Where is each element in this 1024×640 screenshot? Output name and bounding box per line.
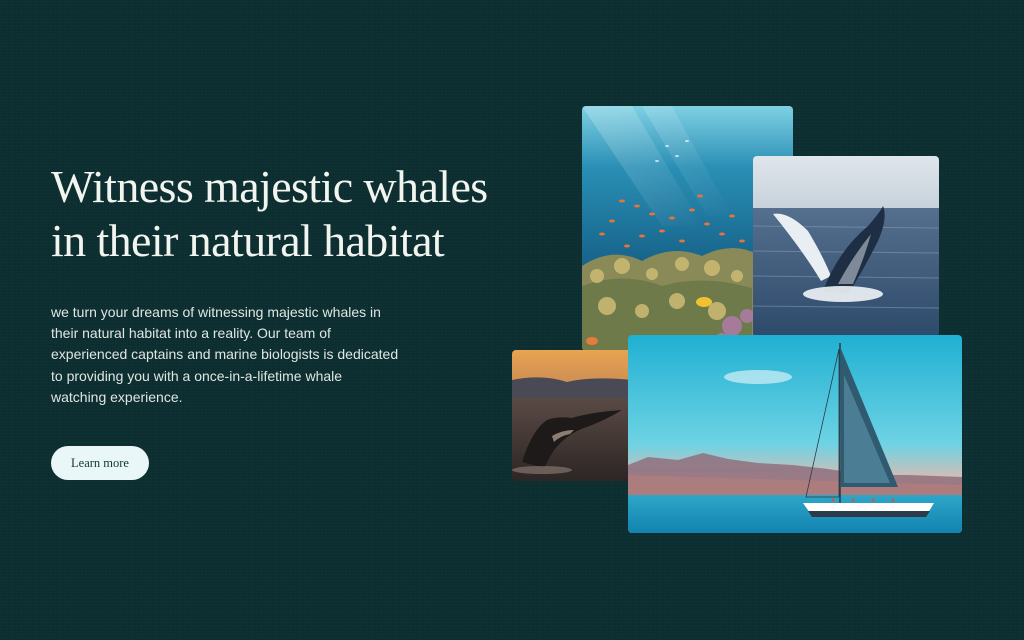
hero-description-line-3: experienced captains and marine biologis… xyxy=(51,346,399,363)
whale-tail-illustration xyxy=(512,350,632,481)
hero-title-line-1: Witness majestic whales xyxy=(51,161,488,212)
hero-description: we turn your dreams of witnessing majest… xyxy=(51,302,421,408)
whale-breach-illustration xyxy=(753,156,939,337)
hero-description-line-2: their natural habitat into a reality. Ou… xyxy=(51,325,331,342)
hero-title: Witness majestic whales in their natural… xyxy=(51,160,488,268)
whale-breach-photo xyxy=(753,156,939,337)
whale-tail-photo xyxy=(512,350,632,481)
hero-description-line-4: to providing you with a once-in-a-lifeti… xyxy=(51,367,343,384)
hero-title-line-2: in their natural habitat xyxy=(51,215,445,266)
hero-description-line-5: watching experience. xyxy=(51,388,183,405)
sailboat-illustration xyxy=(628,335,962,533)
sailboat-photo xyxy=(628,335,962,533)
learn-more-button[interactable]: Learn more xyxy=(51,446,149,480)
hero-description-line-1: we turn your dreams of witnessing majest… xyxy=(51,304,381,320)
